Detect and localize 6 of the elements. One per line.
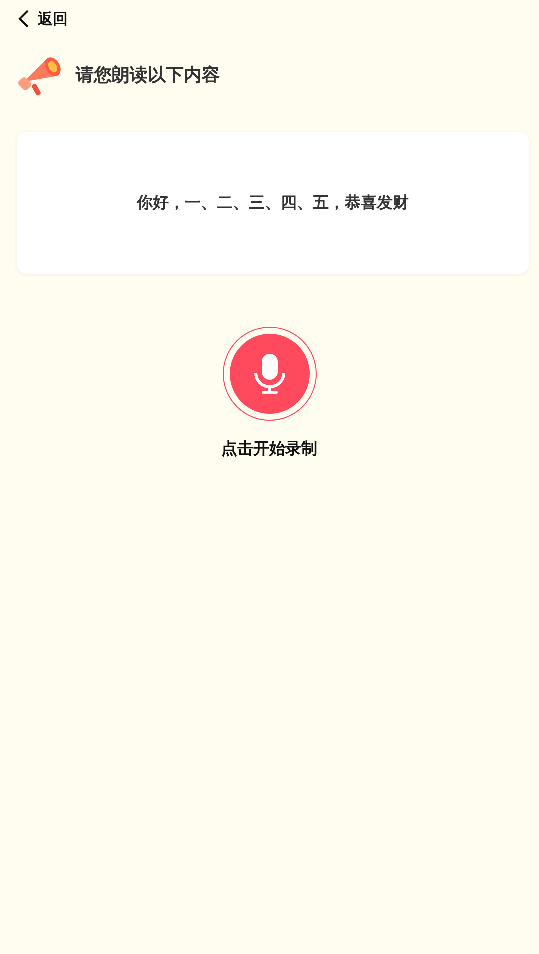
instruction-heading: 请您朗读以下内容 bbox=[76, 64, 220, 87]
back-button[interactable]: 返回 bbox=[18, 9, 68, 29]
reading-text: 你好，一、二、三、四、五，恭喜发财 bbox=[137, 192, 409, 214]
microphone-icon bbox=[252, 353, 286, 395]
record-label: 点击开始录制 bbox=[222, 439, 318, 460]
chevron-left-icon bbox=[18, 9, 30, 29]
